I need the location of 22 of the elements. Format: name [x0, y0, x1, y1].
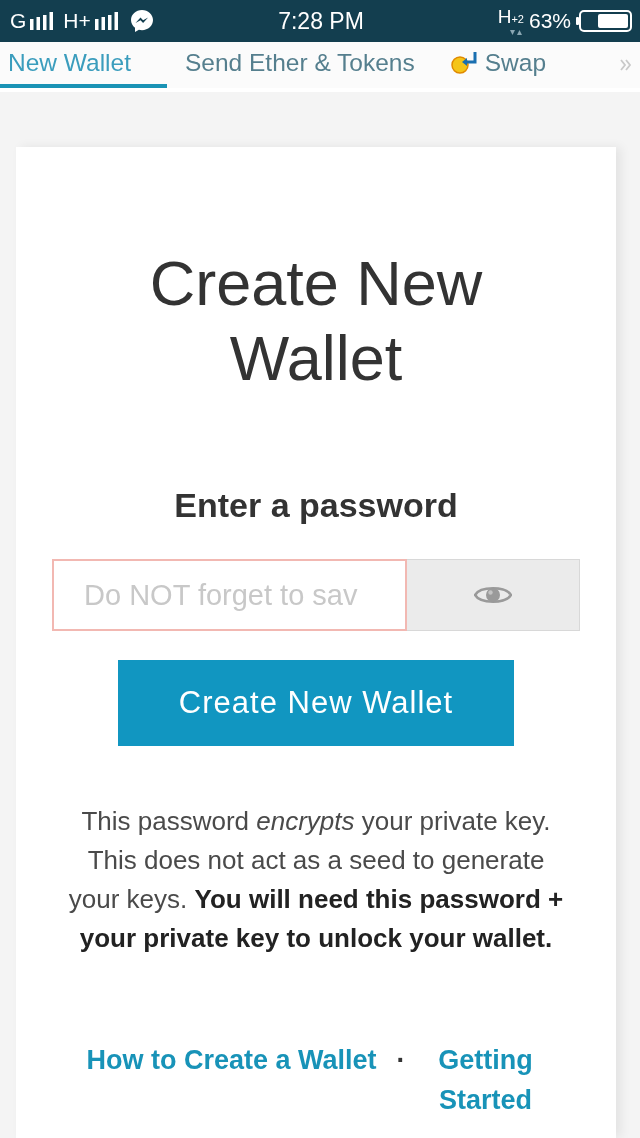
signal-bars-icon [30, 12, 54, 30]
coin-arrow-icon [450, 51, 479, 75]
link-separator: · [396, 1044, 406, 1077]
page-title: Create New Wallet [148, 247, 484, 395]
double-chevron-icon[interactable] [620, 59, 632, 71]
clock-time: 7:28 PM [278, 8, 364, 34]
create-wallet-button[interactable]: Create New Wallet [118, 660, 514, 746]
password-heading: Enter a password [174, 485, 458, 525]
show-password-button[interactable] [407, 559, 580, 631]
tab[interactable]: New Wallet [0, 42, 167, 88]
battery-icon [576, 10, 632, 32]
network-type-label: G [10, 9, 27, 33]
signal-bars-icon [94, 12, 118, 30]
battery-percent: 63% [528, 9, 571, 33]
network-type-label: H+ [63, 9, 91, 33]
chat-bubble-icon [129, 9, 154, 33]
help-link[interactable]: How to Create a Wallet [86, 1040, 377, 1080]
data-arrows-icon [509, 29, 522, 36]
help-link[interactable]: Getting Started [425, 1040, 546, 1120]
tab[interactable]: Send Ether & Tokens [167, 42, 433, 88]
password-note: This password encrypts your private key. This does not act as a seed to generate your keys. You will need this password + your private key to unlock your wallet. [67, 805, 565, 955]
tab[interactable]: Swap [432, 42, 564, 88]
